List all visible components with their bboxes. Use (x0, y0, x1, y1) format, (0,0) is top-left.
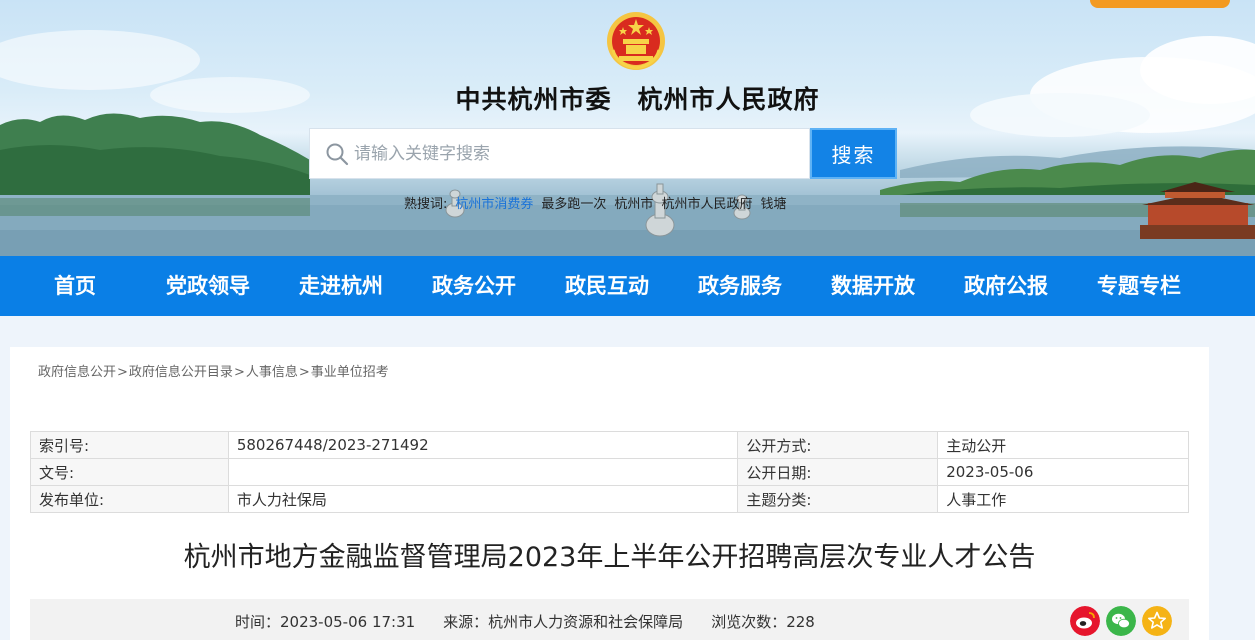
info-label: 主题分类: (737, 485, 939, 513)
info-value: 2023-05-06 (937, 458, 1189, 486)
main-nav: 首页 党政领导 走进杭州 政务公开 政民互动 政务服务 数据开放 政府公报 专题… (0, 256, 1255, 316)
table-row: 文号: 公开日期: 2023-05-06 (30, 458, 1189, 486)
info-value: 主动公开 (937, 431, 1189, 459)
article-source: 来源：杭州市人力资源和社会保障局 (443, 613, 684, 631)
publish-time: 时间：2023-05-06 17:31 (235, 613, 416, 631)
breadcrumb-link[interactable]: 政府信息公开 (38, 365, 116, 380)
hot-word-link[interactable]: 最多跑一次 (541, 197, 606, 212)
top-right-tab[interactable] (1090, 0, 1230, 8)
info-label: 文号: (30, 458, 229, 486)
article-meta: 时间：2023-05-06 17:31 来源：杭州市人力资源和社会保障局 浏览次数：… (235, 611, 843, 632)
nav-item-about-hangzhou[interactable]: 走进杭州 (286, 256, 396, 316)
info-label: 公开方式: (737, 431, 939, 459)
nav-item-services[interactable]: 政务服务 (685, 256, 795, 316)
breadcrumb: 政府信息公开>政府信息公开目录>人事信息>事业单位招考 (38, 365, 389, 380)
info-value: 580267448/2023-271492 (227, 431, 739, 459)
info-value: 市人力社保局 (227, 485, 739, 513)
nav-item-open-data[interactable]: 数据开放 (818, 256, 928, 316)
document-info-table: 索引号: 580267448/2023-271492 公开方式: 主动公开 文号… (30, 431, 1189, 513)
search-input[interactable] (354, 129, 794, 178)
nav-item-home[interactable]: 首页 (20, 256, 130, 316)
nav-item-interaction[interactable]: 政民互动 (552, 256, 662, 316)
breadcrumb-link[interactable]: 事业单位招考 (311, 365, 389, 380)
hot-search-words: 熟搜词: 杭州市消费券 最多跑一次 杭州市 杭州市人民政府 钱塘 (404, 193, 794, 212)
hot-word-link[interactable]: 杭州市消费券 (455, 197, 533, 212)
favorite-icon[interactable] (1142, 606, 1172, 636)
table-row: 发布单位: 市人力社保局 主题分类: 人事工作 (30, 485, 1189, 513)
hot-word-link[interactable]: 杭州市 (614, 197, 653, 212)
search-button[interactable]: 搜索 (810, 128, 897, 179)
nav-item-leadership[interactable]: 党政领导 (153, 256, 263, 316)
info-label: 公开日期: (737, 458, 939, 486)
breadcrumb-link[interactable]: 政府信息公开目录 (129, 365, 233, 380)
table-row: 索引号: 580267448/2023-271492 公开方式: 主动公开 (30, 431, 1189, 459)
info-label: 索引号: (30, 431, 229, 459)
view-count: 浏览次数：228 (711, 613, 815, 631)
hot-word-link[interactable]: 杭州市人民政府 (661, 197, 752, 212)
nav-item-gazette[interactable]: 政府公报 (951, 256, 1061, 316)
article-meta-bar: 时间：2023-05-06 17:31 来源：杭州市人力资源和社会保障局 浏览次数：… (30, 599, 1189, 640)
content-panel: 政府信息公开>政府信息公开目录>人事信息>事业单位招考 索引号: 5802674… (10, 347, 1209, 640)
weibo-icon[interactable] (1070, 606, 1100, 636)
info-label: 发布单位: (30, 485, 229, 513)
nav-item-special-topics[interactable]: 专题专栏 (1084, 256, 1194, 316)
info-value (227, 458, 739, 486)
search-icon (326, 143, 349, 166)
breadcrumb-link[interactable]: 人事信息 (246, 365, 298, 380)
article-title: 杭州市地方金融监督管理局2023年上半年公开招聘高层次专业人才公告 (183, 542, 1036, 573)
info-value: 人事工作 (937, 485, 1189, 513)
search-box (309, 128, 810, 179)
wechat-icon[interactable] (1106, 606, 1136, 636)
hot-words-label: 熟搜词: (404, 197, 448, 212)
nav-item-gov-affairs-open[interactable]: 政务公开 (419, 256, 529, 316)
national-emblem-icon (607, 12, 665, 70)
site-title: 中共杭州市委 杭州市人民政府 (455, 85, 820, 114)
hot-word-link[interactable]: 钱塘 (760, 197, 786, 212)
